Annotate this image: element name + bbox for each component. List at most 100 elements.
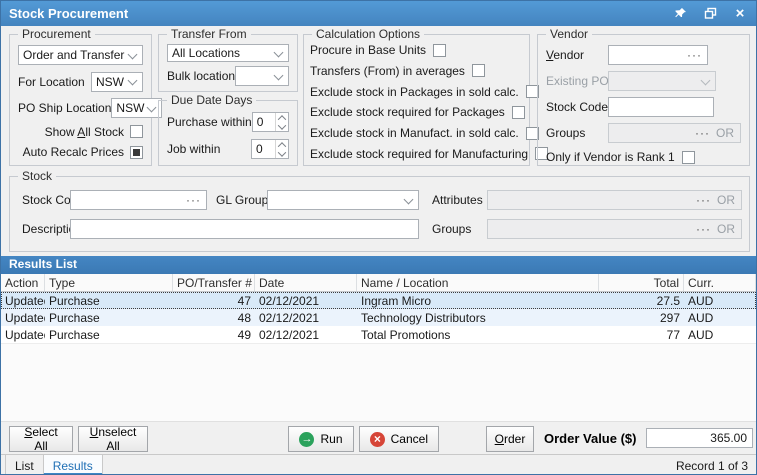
- stock-procurement-window: Stock Procurement × Procurement Order an…: [0, 0, 757, 475]
- chevron-down-icon: [125, 53, 139, 58]
- calculation-options-legend: Calculation Options: [312, 27, 425, 41]
- chevron-down-icon: [271, 51, 285, 56]
- procurement-group: Procurement Order and Transfer For Locat…: [9, 27, 163, 166]
- footer-bar: Select All Unselect All → Run × Cancel O…: [1, 421, 756, 454]
- table-row[interactable]: Updated Purchase 47 02/12/2021 Ingram Mi…: [1, 292, 756, 309]
- job-within-stepper[interactable]: 0: [251, 139, 289, 159]
- order-label: Order: [494, 432, 526, 446]
- vendor-legend: Vendor: [546, 27, 593, 41]
- stock-groups-label: Groups: [432, 222, 472, 236]
- vendor-groups-label: Groups: [546, 126, 586, 140]
- vendor-field[interactable]: ···: [608, 45, 708, 65]
- run-arrow-icon: →: [299, 431, 315, 447]
- show-all-stock-label: Show All Stock: [44, 124, 124, 139]
- select-all-button[interactable]: Select All: [9, 425, 73, 453]
- col-date[interactable]: Date: [255, 274, 357, 291]
- purchase-within-label: Purchase within: [167, 115, 252, 129]
- vendor-stock-code-input[interactable]: [608, 97, 714, 117]
- cancel-label: Cancel: [390, 432, 428, 446]
- for-location-select[interactable]: NSW: [91, 71, 143, 92]
- restore-icon[interactable]: [702, 6, 718, 22]
- due-date-days-legend: Due Date Days: [167, 93, 257, 107]
- results-column-headers[interactable]: Action Type PO/Transfer # Date Name / Lo…: [1, 274, 756, 292]
- auto-recalc-prices-checkbox[interactable]: [130, 145, 143, 159]
- existing-po-select: [608, 71, 716, 91]
- col-name-location[interactable]: Name / Location: [357, 274, 599, 291]
- rank-1-checkbox[interactable]: [681, 150, 695, 164]
- chevron-down-icon: [401, 198, 415, 203]
- run-button[interactable]: → Run: [288, 426, 354, 452]
- chevron-down-icon: [698, 79, 712, 84]
- transfer-from-group: Transfer From All Locations Bulk locatio…: [158, 27, 298, 92]
- stock-code-field[interactable]: ···: [70, 190, 207, 210]
- window-title: Stock Procurement: [9, 6, 129, 21]
- order-value-input[interactable]: 365.00: [646, 428, 753, 448]
- ellipsis-icon[interactable]: ···: [694, 223, 713, 235]
- chevron-down-icon: [144, 106, 158, 111]
- spin-down-icon[interactable]: [276, 122, 288, 131]
- unselect-all-label: Unselect All: [89, 425, 137, 453]
- stock-group: Stock Stock Code ··· GL Group Attributes…: [9, 169, 750, 252]
- attributes-field[interactable]: ··· OR: [487, 190, 742, 210]
- results-list-header: Results List: [1, 256, 756, 274]
- vendor-label: Vendor: [546, 48, 585, 62]
- tab-results[interactable]: Results: [43, 455, 103, 474]
- cancel-button[interactable]: × Cancel: [359, 426, 439, 452]
- ellipsis-icon[interactable]: ···: [694, 194, 713, 206]
- vendor-groups-field[interactable]: ··· OR: [608, 123, 741, 143]
- record-status: Record 1 of 3: [675, 459, 748, 473]
- for-location-label: For Location: [18, 74, 85, 89]
- procurement-mode-select[interactable]: Order and Transfer: [18, 45, 143, 65]
- col-curr[interactable]: Curr.: [684, 274, 756, 291]
- existing-po-label: Existing PO: [546, 74, 609, 88]
- or-button[interactable]: OR: [713, 222, 738, 236]
- table-row[interactable]: Updated Purchase 48 02/12/2021 Technolog…: [1, 309, 756, 326]
- calc-option-label: Exclude stock required for Packages: [310, 105, 505, 120]
- purchase-within-stepper[interactable]: 0: [251, 112, 289, 132]
- ellipsis-icon[interactable]: ···: [693, 127, 712, 139]
- unselect-all-button[interactable]: Unselect All: [78, 425, 148, 453]
- description-input[interactable]: [70, 219, 419, 239]
- gl-group-label: GL Group: [216, 193, 269, 207]
- show-all-stock-checkbox[interactable]: [130, 125, 143, 138]
- transfer-from-select[interactable]: All Locations: [167, 44, 289, 62]
- order-button[interactable]: Order: [486, 426, 534, 452]
- bulk-location-select[interactable]: [235, 66, 289, 86]
- select-all-label: Select All: [24, 425, 58, 453]
- or-button[interactable]: OR: [712, 126, 737, 140]
- procure-base-units-checkbox[interactable]: [433, 43, 447, 57]
- col-action[interactable]: Action: [1, 274, 45, 291]
- po-ship-location-label: PO Ship Location: [18, 101, 112, 115]
- table-row[interactable]: Updated Purchase 49 02/12/2021 Total Pro…: [1, 326, 756, 343]
- gl-group-select[interactable]: [267, 190, 419, 210]
- stock-legend: Stock: [18, 169, 57, 183]
- col-type[interactable]: Type: [45, 274, 173, 291]
- transfer-from-legend: Transfer From: [167, 27, 251, 41]
- cancel-x-icon: ×: [370, 431, 385, 447]
- calc-option-label: Exclude stock in Packages in sold calc.: [310, 84, 519, 99]
- pin-icon[interactable]: [672, 6, 688, 22]
- transfers-averages-checkbox[interactable]: [471, 64, 485, 78]
- tab-list[interactable]: List: [5, 455, 44, 474]
- col-total[interactable]: Total: [599, 274, 684, 291]
- bottom-tab-bar: List Results Record 1 of 3: [1, 454, 756, 474]
- procurement-legend: Procurement: [18, 27, 95, 41]
- po-ship-location-select[interactable]: NSW: [111, 98, 163, 118]
- calc-option-label: Exclude stock in Manufact. in sold calc.: [310, 126, 519, 141]
- calc-option-label: Exclude stock required for Manufacturing: [310, 146, 529, 161]
- stock-groups-field[interactable]: ··· OR: [487, 219, 742, 239]
- col-po-transfer[interactable]: PO/Transfer #: [173, 274, 255, 291]
- auto-recalc-prices-label: Auto Recalc Prices: [22, 145, 124, 159]
- or-button[interactable]: OR: [713, 193, 738, 207]
- calc-option-label: Procure in Base Units: [310, 43, 427, 57]
- chevron-down-icon: [271, 74, 285, 79]
- close-icon[interactable]: ×: [732, 6, 748, 22]
- spin-down-icon[interactable]: [276, 149, 288, 158]
- ellipsis-icon[interactable]: ···: [685, 49, 704, 61]
- calculation-options-group: Calculation Options Procure in Base Unit…: [303, 27, 549, 166]
- ellipsis-icon[interactable]: ···: [184, 194, 203, 206]
- exclude-required-packages-checkbox[interactable]: [511, 105, 525, 119]
- chevron-down-icon: [125, 79, 139, 84]
- due-date-days-group: Due Date Days Purchase within 0 Job with…: [158, 93, 298, 166]
- calc-option-label: Transfers (From) in averages: [310, 63, 465, 78]
